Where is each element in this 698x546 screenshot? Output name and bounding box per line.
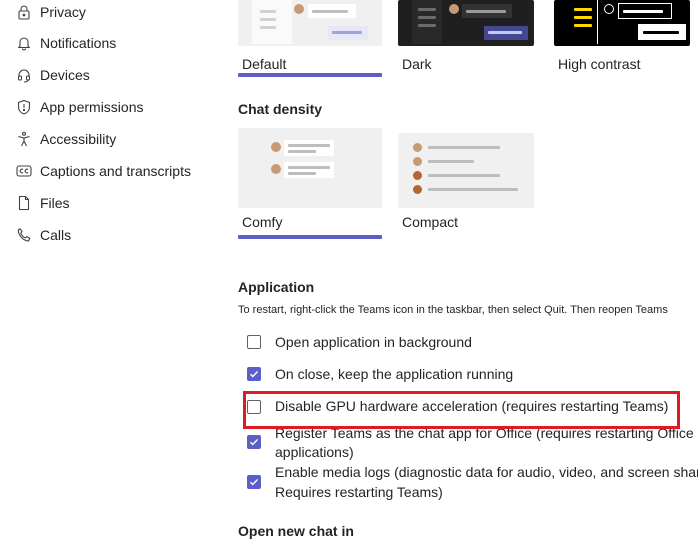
checkbox[interactable] [247,435,261,449]
density-option-comfy[interactable]: Comfy [238,128,382,240]
theme-preview-dark [398,0,534,46]
option-label: Open application in background [275,334,472,350]
sidebar-item-captions[interactable]: Captions and transcripts [15,159,191,183]
selected-indicator [238,235,382,239]
theme-preview-default [238,0,382,46]
density-option-label: Compact [402,214,459,230]
cc-icon [15,162,33,180]
lock-icon [15,3,33,21]
file-icon [15,194,33,212]
application-heading: Application [238,279,315,295]
sidebar-item-app-permissions[interactable]: App permissions [15,95,144,119]
sidebar-item-label: Captions and transcripts [40,163,191,179]
sidebar-item-accessibility[interactable]: Accessibility [15,127,116,151]
chat-density-heading: Chat density [238,101,323,117]
bell-icon [15,34,33,52]
checkbox[interactable] [247,367,261,381]
sidebar-item-files[interactable]: Files [15,191,70,215]
theme-option-high-contrast[interactable]: High contrast [554,0,690,78]
checkmark-icon [250,371,259,378]
headset-icon [15,66,33,84]
sidebar-item-privacy[interactable]: Privacy [15,0,86,24]
sidebar-item-label: Privacy [40,4,86,20]
sidebar-item-label: Accessibility [40,131,117,147]
density-option-label: Comfy [242,214,283,230]
theme-option-label: Dark [402,56,432,72]
density-preview-comfy [238,128,382,208]
shield-icon [15,98,33,116]
checkbox[interactable] [247,475,261,489]
option-label: On close, keep the application running [275,366,514,382]
accessibility-icon [15,130,33,148]
sidebar-item-label: Notifications [40,35,117,51]
theme-option-default[interactable]: Default [238,0,382,78]
sidebar-item-label: Files [40,195,70,211]
restart-hint-text: To restart, right-click the Teams icon i… [238,304,668,316]
theme-option-label: High contrast [558,56,641,72]
checkmark-icon [250,439,259,446]
sidebar-item-notifications[interactable]: Notifications [15,31,116,55]
selected-indicator [238,73,382,77]
sidebar-item-label: Calls [40,227,72,243]
option-label: Enable media logs (diagnostic data for a… [275,464,698,480]
theme-option-label: Default [242,56,287,72]
option-label-continued: Requires restarting Teams) [275,484,443,500]
checkbox[interactable] [247,335,261,349]
theme-option-dark[interactable]: Dark [398,0,534,78]
sidebar-item-calls[interactable]: Calls [15,223,71,247]
checkmark-icon [250,479,259,486]
highlight-box [243,391,680,429]
sidebar-item-devices[interactable]: Devices [15,63,90,87]
density-option-compact[interactable]: Compact [398,133,534,233]
option-label-continued: applications) [275,444,354,460]
density-preview-compact [398,133,534,208]
open-new-chat-heading: Open new chat in [238,523,354,539]
sidebar-item-label: App permissions [40,99,144,115]
sidebar-item-label: Devices [40,67,90,83]
theme-preview-high-contrast [554,0,690,46]
phone-icon [15,226,33,244]
